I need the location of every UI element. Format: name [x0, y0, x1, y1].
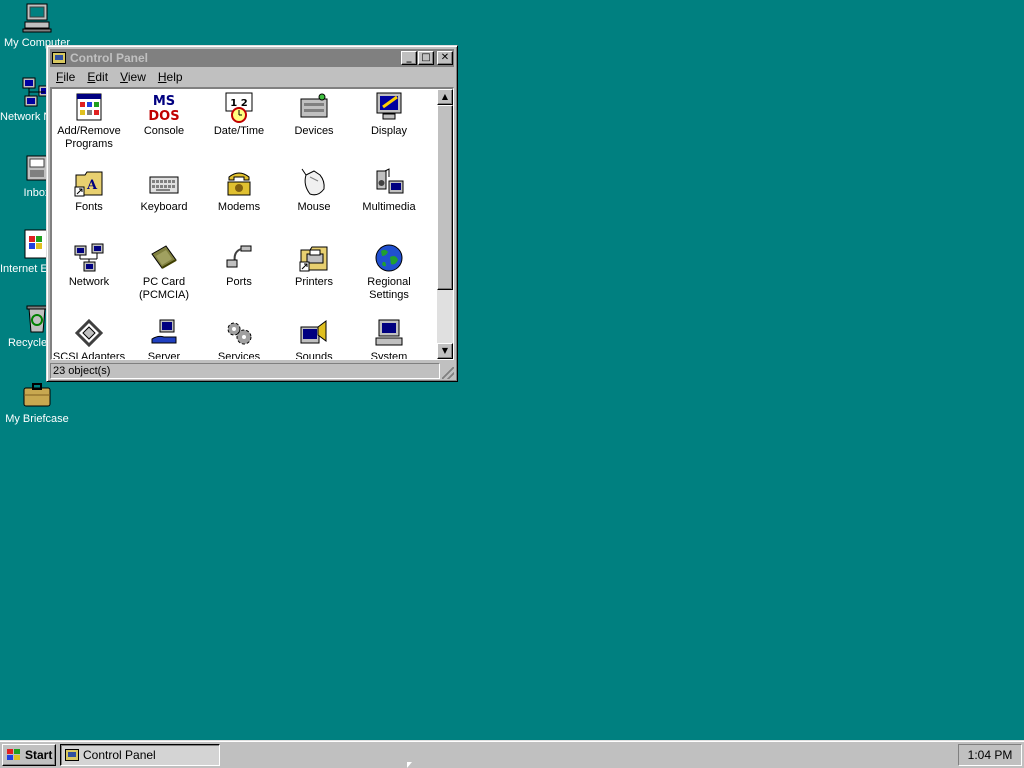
start-button[interactable]: Start: [2, 744, 56, 766]
start-label: Start: [25, 748, 53, 762]
cp-item-regional-settings[interactable]: Regional Settings: [352, 242, 426, 302]
vertical-scrollbar[interactable]: ▲ ▼: [437, 89, 453, 359]
keyboard-icon: [148, 167, 180, 199]
resize-grip[interactable]: [442, 367, 454, 379]
console-icon: MS DOS: [148, 91, 180, 124]
cp-item-label: Multimedia: [362, 201, 416, 213]
briefcase-icon: [21, 378, 53, 410]
cp-item-server[interactable]: Server: [127, 317, 201, 360]
close-button[interactable]: ✕: [437, 51, 453, 65]
sounds-icon: [298, 317, 330, 349]
cp-item-fonts[interactable]: A Fonts: [52, 167, 126, 214]
mouse-icon: [298, 167, 330, 199]
cp-item-label: Server: [147, 351, 181, 360]
pc-card-icon: [148, 242, 180, 274]
menu-file[interactable]: File: [50, 70, 81, 84]
desktop-icon-my-briefcase[interactable]: My Briefcase: [0, 378, 74, 426]
taskbar: Start Control Panel 1:04 PM: [0, 740, 1024, 768]
system-tray-clock[interactable]: 1:04 PM: [958, 744, 1022, 766]
cp-item-label: Mouse: [297, 201, 331, 213]
cp-item-label: Add/Remove Programs: [57, 125, 121, 150]
devices-icon: [298, 91, 330, 123]
network-icon: [73, 242, 105, 274]
cp-item-label: SCSI Adapters: [52, 351, 126, 360]
cp-item-date-time[interactable]: 1 2 Date/Time: [202, 91, 276, 138]
cp-item-console[interactable]: MS DOS Console: [127, 91, 201, 138]
menu-edit[interactable]: Edit: [81, 70, 114, 84]
add-remove-programs-icon: [73, 91, 105, 123]
minimize-button[interactable]: _: [401, 51, 417, 65]
date-time-icon: 1 2: [223, 91, 255, 123]
control-panel-icon: [65, 749, 79, 761]
menu-view[interactable]: View: [114, 70, 152, 84]
services-icon: [223, 317, 255, 349]
control-panel-icon: [52, 52, 66, 64]
cp-item-sounds[interactable]: Sounds: [277, 317, 351, 360]
maximize-button[interactable]: □: [418, 51, 434, 65]
cp-item-mouse[interactable]: Mouse: [277, 167, 351, 214]
svg-text:A: A: [86, 178, 98, 193]
window-title: Control Panel: [70, 51, 149, 65]
cp-item-modems[interactable]: Modems: [202, 167, 276, 214]
cp-item-label: System: [370, 351, 408, 360]
regional-settings-icon: [373, 242, 405, 274]
status-bar: 23 object(s): [50, 363, 454, 379]
svg-text:DOS: DOS: [148, 109, 179, 123]
cp-item-keyboard[interactable]: Keyboard: [127, 167, 201, 214]
control-panel-items: Add/Remove Programs MS DOS Console 1 2 D…: [52, 89, 436, 359]
modems-icon: [223, 167, 255, 199]
display-icon: [373, 91, 405, 123]
svg-text:MS: MS: [153, 94, 175, 109]
icon-view[interactable]: Add/Remove Programs MS DOS Console 1 2 D…: [50, 87, 454, 360]
cp-item-system[interactable]: System: [352, 317, 426, 360]
multimedia-icon: [373, 167, 405, 199]
desktop-icon-label: My Briefcase: [5, 413, 69, 425]
menu-bar: File Edit View Help: [50, 68, 454, 86]
cp-item-network[interactable]: Network: [52, 242, 126, 289]
taskbar-button-label: Control Panel: [83, 748, 156, 762]
mouse-cursor: [407, 762, 412, 768]
cp-item-pc-card[interactable]: PC Card (PCMCIA): [127, 242, 201, 302]
menu-help[interactable]: Help: [152, 70, 189, 84]
cp-item-multimedia[interactable]: Multimedia: [352, 167, 426, 214]
cp-item-label: Display: [370, 125, 408, 137]
scroll-up-button[interactable]: ▲: [437, 89, 453, 105]
fonts-icon: A: [73, 167, 105, 199]
my-computer-icon: [21, 2, 53, 34]
control-panel-window[interactable]: Control Panel _ □ ✕ File Edit View Help: [46, 45, 458, 382]
cp-item-label: Modems: [217, 201, 261, 213]
scroll-thumb[interactable]: [437, 105, 453, 290]
cp-item-label: Keyboard: [140, 201, 188, 213]
title-bar[interactable]: Control Panel _ □ ✕: [50, 49, 454, 67]
status-object-count: 23 object(s): [50, 363, 440, 379]
cp-item-label: Ports: [226, 276, 252, 288]
cp-item-label: Devices: [294, 125, 334, 137]
cp-item-label: PC Card (PCMCIA): [138, 276, 190, 301]
scsi-adapters-icon: [73, 317, 105, 349]
cp-item-label: Console: [143, 125, 185, 137]
cp-item-label: Regional Settings: [367, 276, 411, 301]
cp-item-scsi-adapters[interactable]: SCSI Adapters: [52, 317, 126, 360]
system-icon: [373, 317, 405, 349]
scroll-down-button[interactable]: ▼: [437, 343, 453, 359]
desktop-icon-my-computer[interactable]: My Computer: [0, 2, 74, 50]
cp-item-ports[interactable]: Ports: [202, 242, 276, 289]
cp-item-label: Network: [68, 276, 110, 288]
ports-icon: [223, 242, 255, 274]
cp-item-add-remove-programs[interactable]: Add/Remove Programs: [52, 91, 126, 151]
cp-item-label: Services: [217, 351, 261, 360]
cp-item-label: Date/Time: [213, 125, 265, 137]
cp-item-devices[interactable]: Devices: [277, 91, 351, 138]
cp-item-label: Fonts: [75, 201, 103, 213]
cp-item-services[interactable]: Services: [202, 317, 276, 360]
cp-item-label: Printers: [295, 276, 333, 288]
cp-item-printers[interactable]: Printers: [277, 242, 351, 289]
windows-logo-icon: [6, 748, 22, 762]
server-icon: [148, 317, 180, 349]
taskbar-button-control-panel[interactable]: Control Panel: [60, 744, 220, 766]
printers-icon: [298, 242, 330, 274]
cp-item-display[interactable]: Display: [352, 91, 426, 138]
cp-item-label: Sounds: [295, 351, 333, 360]
